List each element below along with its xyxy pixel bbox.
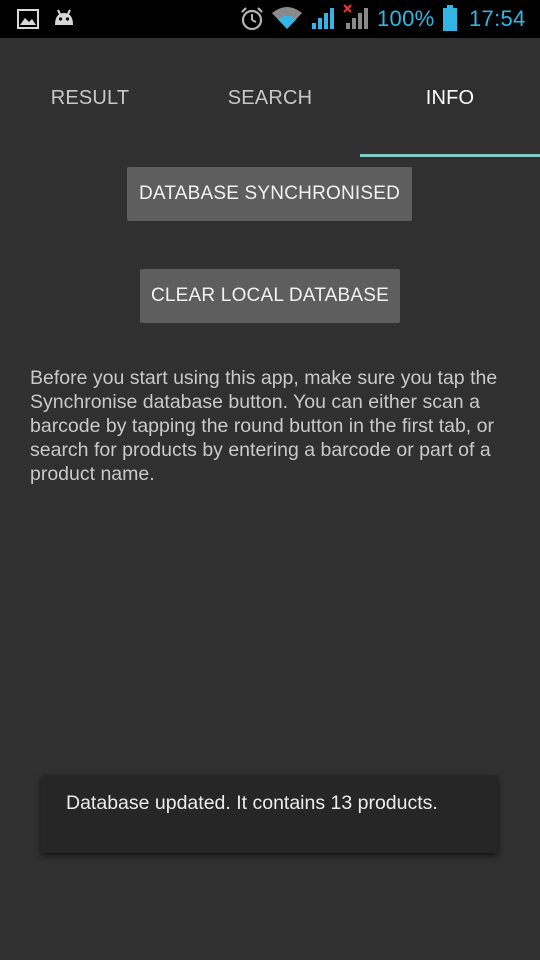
wifi-icon bbox=[272, 7, 302, 29]
toast: Database updated. It contains 13 product… bbox=[41, 775, 498, 853]
status-bar: 100% 17:54 bbox=[0, 0, 540, 38]
tab-search[interactable]: SEARCH bbox=[180, 38, 360, 158]
android-icon bbox=[55, 9, 73, 25]
database-synchronised-button[interactable]: DATABASE SYNCHRONISED bbox=[127, 167, 412, 221]
tab-result[interactable]: RESULT bbox=[0, 38, 180, 158]
battery-percent: 100% bbox=[377, 6, 435, 31]
image-icon bbox=[17, 9, 39, 29]
clear-local-database-button[interactable]: CLEAR LOCAL DATABASE bbox=[140, 269, 400, 323]
toast-message: Database updated. It contains 13 product… bbox=[66, 792, 438, 814]
signal-icon bbox=[312, 8, 334, 29]
tab-info[interactable]: INFO bbox=[360, 38, 540, 158]
clock: 17:54 bbox=[469, 6, 526, 31]
signal-no-data-icon bbox=[343, 4, 368, 29]
tab-indicator bbox=[360, 154, 540, 157]
alarm-icon bbox=[241, 7, 263, 31]
info-paragraph: Before you start using this app, make su… bbox=[30, 367, 498, 485]
battery-icon bbox=[443, 5, 457, 31]
tab-bar: RESULT SEARCH INFO bbox=[0, 38, 540, 158]
